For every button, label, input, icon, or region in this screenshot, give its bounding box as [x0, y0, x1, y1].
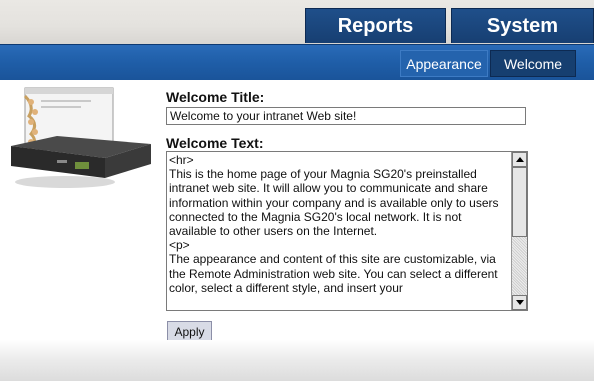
- subtab-welcome[interactable]: Welcome: [490, 50, 576, 77]
- welcome-title-label: Welcome Title:: [166, 89, 265, 105]
- tab-system[interactable]: System: [451, 8, 594, 43]
- footer-gradient: [0, 340, 594, 381]
- scroll-up-arrow-icon[interactable]: [512, 152, 527, 167]
- welcome-text-textarea[interactable]: <hr> This is the home page of your Magni…: [166, 151, 528, 311]
- appliance-chassis: [11, 136, 151, 188]
- subtab-appearance[interactable]: Appearance: [400, 50, 488, 77]
- server-appliance-icon: [11, 87, 151, 188]
- welcome-title-input[interactable]: [166, 107, 526, 125]
- textarea-scrollbar[interactable]: [511, 152, 527, 310]
- welcome-text-content: <hr> This is the home page of your Magni…: [169, 153, 499, 295]
- scrollbar-thumb[interactable]: [512, 167, 527, 237]
- tab-reports[interactable]: Reports: [305, 8, 446, 43]
- welcome-text-label: Welcome Text:: [166, 135, 264, 151]
- top-banner: Reports System: [0, 0, 594, 44]
- sub-navigation-bar: Appearance Welcome: [0, 44, 594, 80]
- scroll-down-arrow-icon[interactable]: [512, 295, 527, 310]
